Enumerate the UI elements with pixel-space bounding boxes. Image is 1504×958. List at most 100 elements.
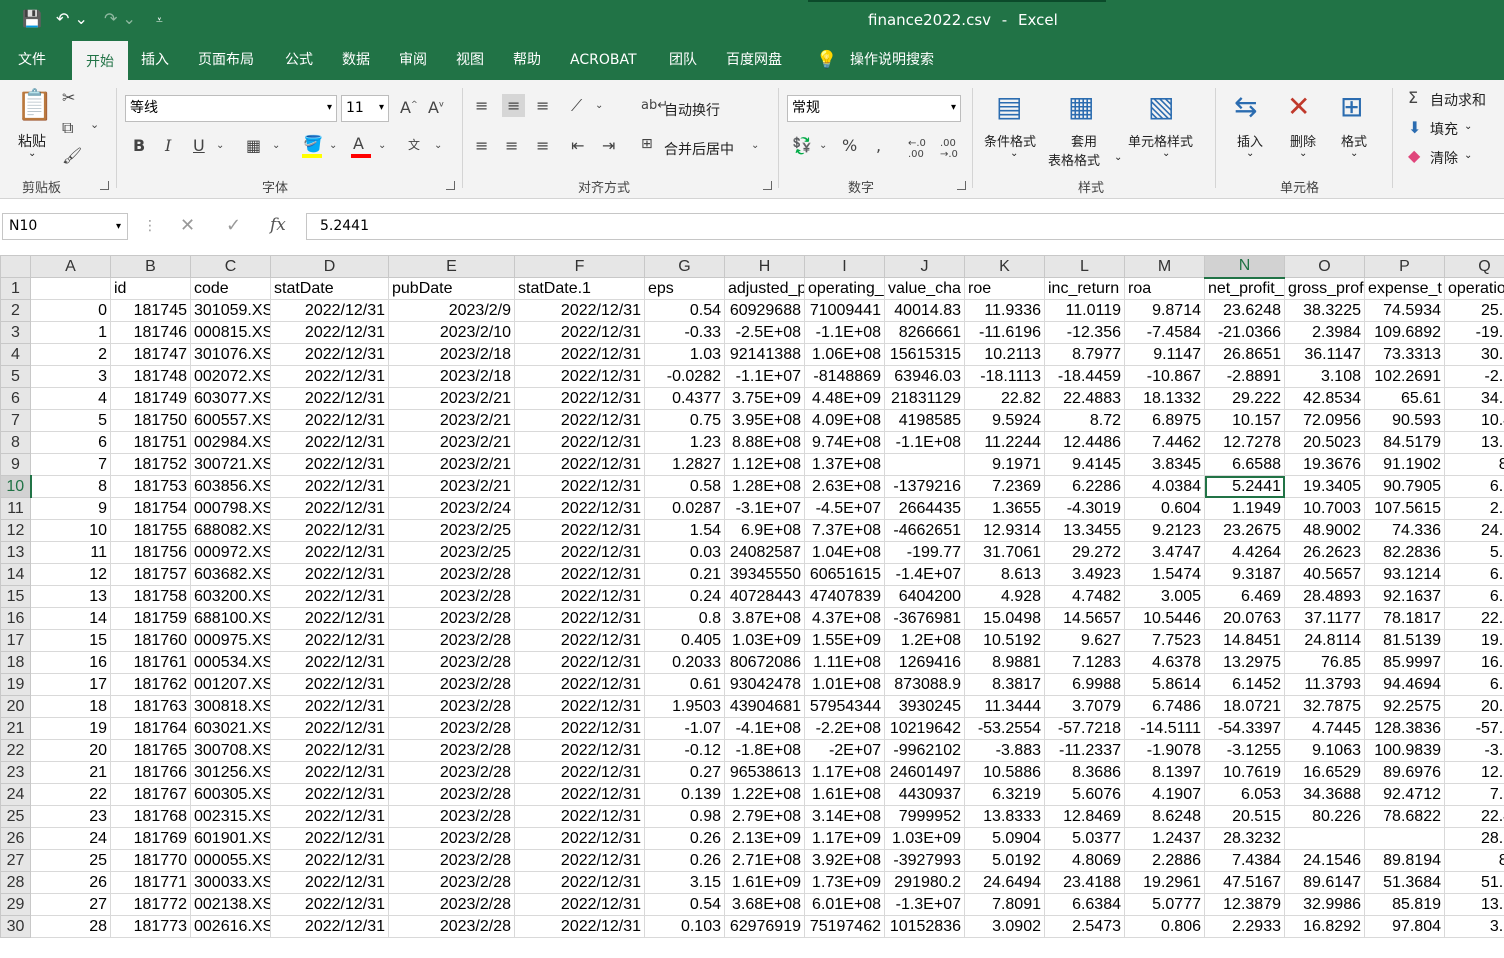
fill-color-icon[interactable]: 🪣 xyxy=(303,134,323,153)
cell-G16[interactable]: 0.8 xyxy=(644,607,725,630)
cell-J14[interactable]: -1.4E+07 xyxy=(884,563,965,586)
cell-N11[interactable]: 1.1949 xyxy=(1204,497,1285,520)
row-header[interactable]: 24 xyxy=(0,783,31,806)
cell-E12[interactable]: 2023/2/25 xyxy=(388,519,515,542)
fill-dropdown-icon[interactable]: ⌄ xyxy=(329,140,337,151)
cell-I2[interactable]: 71009441 xyxy=(804,299,885,322)
cell-M4[interactable]: 9.1147 xyxy=(1124,343,1205,366)
cell-L6[interactable]: 22.4883 xyxy=(1044,387,1125,410)
cell-E15[interactable]: 2023/2/28 xyxy=(388,585,515,608)
cell-O21[interactable]: 4.7445 xyxy=(1284,717,1365,740)
cell-D10[interactable]: 2022/12/31 xyxy=(270,475,389,498)
cell-P17[interactable]: 81.5139 xyxy=(1364,629,1445,652)
cell-D2[interactable]: 2022/12/31 xyxy=(270,299,389,322)
cell-A25[interactable]: 23 xyxy=(30,805,111,828)
cell-H26[interactable]: 2.13E+09 xyxy=(724,827,805,850)
cell-H22[interactable]: -1.8E+08 xyxy=(724,739,805,762)
cell-I15[interactable]: 47407839 xyxy=(804,585,885,608)
cell-G21[interactable]: -1.07 xyxy=(644,717,725,740)
format-dropdown-icon[interactable]: ⌄ xyxy=(1350,148,1358,159)
cell-L21[interactable]: -57.7218 xyxy=(1044,717,1125,740)
cell-E29[interactable]: 2023/2/28 xyxy=(388,893,515,916)
cell-O29[interactable]: 32.9986 xyxy=(1284,893,1365,916)
cell-M1[interactable]: roa xyxy=(1124,277,1205,300)
cell-G6[interactable]: 0.4377 xyxy=(644,387,725,410)
cell-G14[interactable]: 0.21 xyxy=(644,563,725,586)
cell-C22[interactable]: 300708.XS xyxy=(190,739,271,762)
cell-K22[interactable]: -3.883 xyxy=(964,739,1045,762)
cell-Q26[interactable]: 28.96 xyxy=(1444,827,1504,850)
row-header[interactable]: 20 xyxy=(0,695,31,718)
cell-M23[interactable]: 8.1397 xyxy=(1124,761,1205,784)
delete-dropdown-icon[interactable]: ⌄ xyxy=(1299,148,1307,159)
cell-N8[interactable]: 12.7278 xyxy=(1204,431,1285,454)
cell-E11[interactable]: 2023/2/24 xyxy=(388,497,515,520)
cell-I5[interactable]: -8148869 xyxy=(804,365,885,388)
cell-M24[interactable]: 4.1907 xyxy=(1124,783,1205,806)
cell-L11[interactable]: -4.3019 xyxy=(1044,497,1125,520)
cell-G5[interactable]: -0.0282 xyxy=(644,365,725,388)
cell-N15[interactable]: 6.469 xyxy=(1204,585,1285,608)
cell-C18[interactable]: 000534.XS xyxy=(190,651,271,674)
tab-home[interactable]: 开始 xyxy=(72,41,128,82)
cell-B3[interactable]: 181746 xyxy=(110,321,191,344)
row-header[interactable]: 9 xyxy=(0,453,31,476)
cell-B19[interactable]: 181762 xyxy=(110,673,191,696)
cell-H25[interactable]: 2.79E+08 xyxy=(724,805,805,828)
cell-E28[interactable]: 2023/2/28 xyxy=(388,871,515,894)
cell-A16[interactable]: 14 xyxy=(30,607,111,630)
cell-I17[interactable]: 1.55E+09 xyxy=(804,629,885,652)
cell-C17[interactable]: 000975.XS xyxy=(190,629,271,652)
cell-M14[interactable]: 1.5474 xyxy=(1124,563,1205,586)
cell-N18[interactable]: 13.2975 xyxy=(1204,651,1285,674)
cell-Q5[interactable]: -2.90 xyxy=(1444,365,1504,388)
cell-L7[interactable]: 8.72 xyxy=(1044,409,1125,432)
cell-H16[interactable]: 3.87E+08 xyxy=(724,607,805,630)
cell-Q16[interactable]: 22.82 xyxy=(1444,607,1504,630)
align-middle-icon[interactable]: ≡ xyxy=(502,94,526,117)
cell-L5[interactable]: -18.4459 xyxy=(1044,365,1125,388)
cell-M7[interactable]: 6.8975 xyxy=(1124,409,1205,432)
cell-D25[interactable]: 2022/12/31 xyxy=(270,805,389,828)
column-header-F[interactable]: F xyxy=(514,255,645,278)
cell-E3[interactable]: 2023/2/10 xyxy=(388,321,515,344)
cell-D8[interactable]: 2022/12/31 xyxy=(270,431,389,454)
cell-F6[interactable]: 2022/12/31 xyxy=(514,387,645,410)
cell-P11[interactable]: 107.5615 xyxy=(1364,497,1445,520)
cell-H23[interactable]: 96538613 xyxy=(724,761,805,784)
cell-G29[interactable]: 0.54 xyxy=(644,893,725,916)
borders-dropdown-icon[interactable]: ⌄ xyxy=(272,140,280,151)
column-header-L[interactable]: L xyxy=(1044,255,1125,278)
cell-F5[interactable]: 2022/12/31 xyxy=(514,365,645,388)
cell-C28[interactable]: 300033.XS xyxy=(190,871,271,894)
cell-G12[interactable]: 1.54 xyxy=(644,519,725,542)
cell-E7[interactable]: 2023/2/21 xyxy=(388,409,515,432)
cell-K2[interactable]: 11.9336 xyxy=(964,299,1045,322)
cell-F26[interactable]: 2022/12/31 xyxy=(514,827,645,850)
cell-J17[interactable]: 1.2E+08 xyxy=(884,629,965,652)
cell-E23[interactable]: 2023/2/28 xyxy=(388,761,515,784)
cell-O9[interactable]: 19.3676 xyxy=(1284,453,1365,476)
cell-F3[interactable]: 2022/12/31 xyxy=(514,321,645,344)
cell-J11[interactable]: 2664435 xyxy=(884,497,965,520)
column-header-A[interactable]: A xyxy=(30,255,111,278)
cell-N7[interactable]: 10.157 xyxy=(1204,409,1285,432)
cell-I11[interactable]: -4.5E+07 xyxy=(804,497,885,520)
cell-Q13[interactable]: 5.37 xyxy=(1444,541,1504,564)
cell-E21[interactable]: 2023/2/28 xyxy=(388,717,515,740)
cell-C29[interactable]: 002138.XS xyxy=(190,893,271,916)
cell-B20[interactable]: 181763 xyxy=(110,695,191,718)
cell-K20[interactable]: 11.3444 xyxy=(964,695,1045,718)
cell-P5[interactable]: 102.2691 xyxy=(1364,365,1445,388)
column-header-G[interactable]: G xyxy=(644,255,725,278)
cell-N24[interactable]: 6.053 xyxy=(1204,783,1285,806)
cell-Q22[interactable]: -3.83 xyxy=(1444,739,1504,762)
cell-P29[interactable]: 85.819 xyxy=(1364,893,1445,916)
cell-O14[interactable]: 40.5657 xyxy=(1284,563,1365,586)
cell-F8[interactable]: 2022/12/31 xyxy=(514,431,645,454)
row-header[interactable]: 17 xyxy=(0,629,31,652)
column-header-H[interactable]: H xyxy=(724,255,805,278)
cell-A18[interactable]: 16 xyxy=(30,651,111,674)
cell-F12[interactable]: 2022/12/31 xyxy=(514,519,645,542)
cell-O7[interactable]: 72.0956 xyxy=(1284,409,1365,432)
